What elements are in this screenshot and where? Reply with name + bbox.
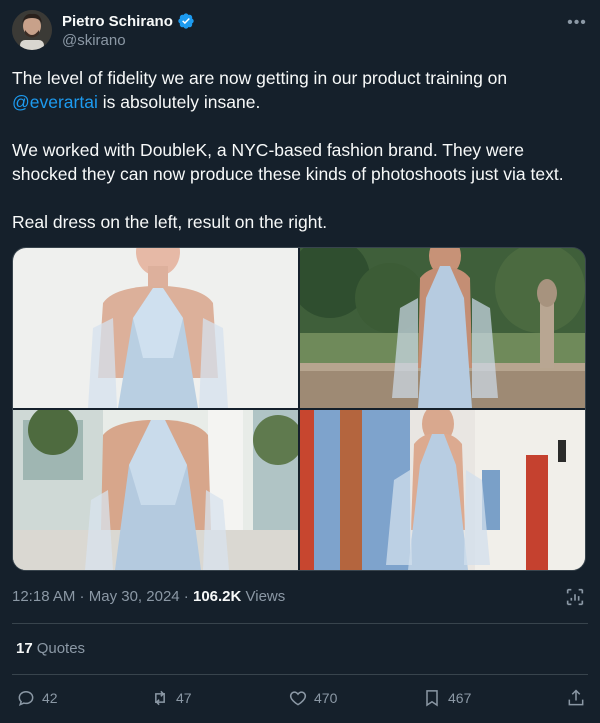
reply-icon <box>18 690 34 707</box>
heart-icon <box>289 691 307 706</box>
share-button[interactable] <box>566 688 586 708</box>
action-bar: 42 47 470 467 <box>16 688 586 712</box>
reply-button[interactable]: 42 <box>16 688 58 708</box>
media-image-result-facade[interactable] <box>300 410 585 570</box>
tweet-paragraph-1: The level of fidelity we are now getting… <box>12 66 588 114</box>
tweet-paragraph-3: Real dress on the left, result on the ri… <box>12 212 328 232</box>
avatar[interactable] <box>12 10 52 50</box>
quotes-label: Quotes <box>36 640 86 657</box>
bookmark-icon <box>426 690 438 707</box>
like-button[interactable]: 470 <box>288 688 337 708</box>
media-image-real-dress-patio[interactable] <box>13 410 298 570</box>
share-icon <box>568 689 584 706</box>
divider <box>12 623 588 624</box>
views-label: Views <box>241 588 286 605</box>
verified-badge-icon <box>177 12 195 30</box>
bookmark-count: 467 <box>448 690 472 706</box>
analytics-icon[interactable] <box>564 586 586 608</box>
like-count: 470 <box>314 690 338 706</box>
tweet-text-line2: is absolutely insane. <box>97 92 261 112</box>
author-name[interactable]: Pietro Schirano <box>62 13 173 30</box>
media-image-real-dress-studio[interactable] <box>13 248 298 408</box>
author-handle[interactable]: @skirano <box>62 32 126 49</box>
views-count: 106.2K <box>192 588 242 605</box>
repost-icon <box>155 690 165 706</box>
tweet-time[interactable]: 12:18 AM <box>12 588 75 605</box>
media-grid <box>12 247 586 571</box>
media-image-result-garden[interactable] <box>300 248 585 408</box>
tweet-header: Pietro Schirano @skirano ••• <box>12 10 588 54</box>
tweet-text-line1: The level of fidelity we are now getting… <box>12 68 508 88</box>
repost-count: 47 <box>176 690 192 706</box>
divider <box>12 674 588 675</box>
meta-separator: · <box>75 588 89 605</box>
tweet-paragraph-2: We worked with DoubleK, a NYC-based fash… <box>12 140 564 184</box>
tweet-text: The level of fidelity we are now getting… <box>12 66 588 234</box>
reply-count: 42 <box>42 690 58 706</box>
repost-button[interactable]: 47 <box>150 688 192 708</box>
tweet-date[interactable]: May 30, 2024 <box>89 588 180 605</box>
bookmark-button[interactable]: 467 <box>422 688 471 708</box>
quotes-row[interactable]: 17 Quotes <box>16 640 85 657</box>
more-options-icon[interactable]: ••• <box>566 12 588 34</box>
meta-separator: · <box>179 588 193 605</box>
quotes-count: 17 <box>16 640 33 657</box>
tweet-meta: 12:18 AM · May 30, 2024 · 106.2K Views <box>12 588 285 605</box>
mention-link[interactable]: @everartai <box>12 92 98 112</box>
